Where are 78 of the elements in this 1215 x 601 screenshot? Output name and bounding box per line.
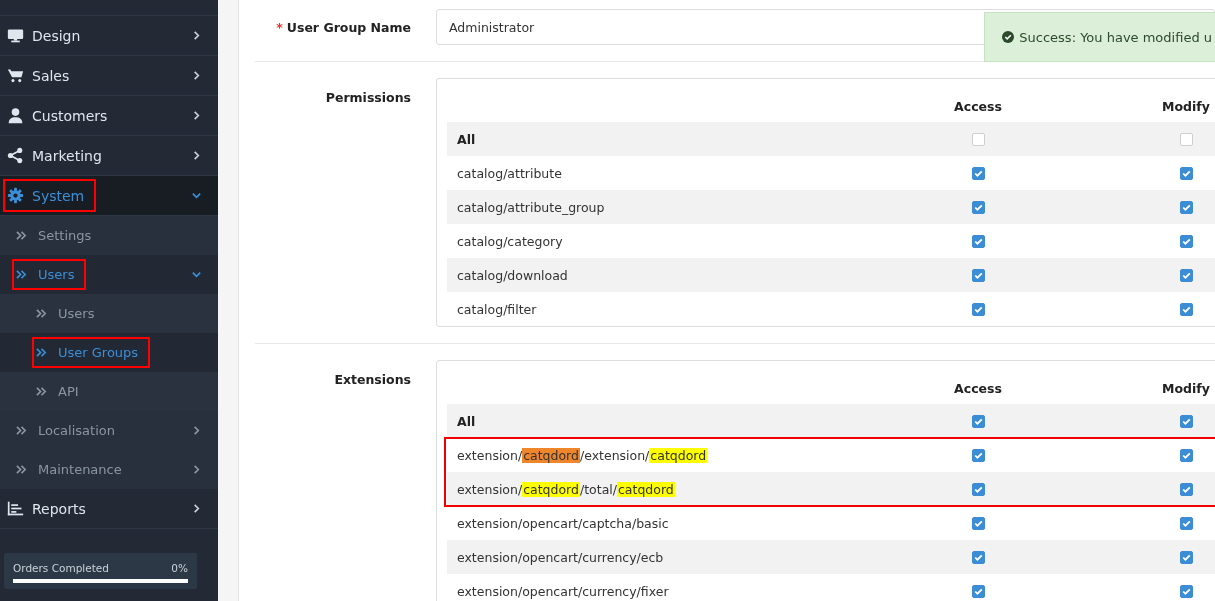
check-circle-icon [1002,31,1015,43]
chevron-right-icon[interactable] [191,110,202,121]
route-text: extension/opencart/currency/ecb [457,549,665,565]
field-label: User Group Name [286,19,411,35]
access-checkbox[interactable] [971,482,985,496]
sidebar-item[interactable]: Users [12,259,87,290]
column-header: Access [953,381,1003,396]
modify-checkbox[interactable] [1179,482,1193,496]
chevron-right-icon[interactable] [191,503,202,514]
route-text: extension/opencart/currency/fixer [457,583,670,599]
sidebar-item[interactable]: System [3,179,97,212]
gear-icon [7,187,24,204]
double-chevron-icon [36,308,47,319]
progress-reading: 0% [171,562,188,574]
route-text: catalog/category [457,233,564,249]
route-text: All [457,131,477,147]
sidebar-item[interactable]: Marketing [3,139,114,172]
access-checkbox[interactable] [971,200,985,214]
sidebar-item[interactable]: Design [3,19,93,52]
section-label: Extensions [333,371,411,389]
sidebar-item[interactable]: Sales [3,59,82,92]
sidebar-item[interactable]: Customers [3,99,120,132]
access-checkbox[interactable] [971,302,985,316]
modify-checkbox[interactable] [1179,550,1193,564]
chevron-right-icon[interactable] [191,464,202,475]
modify-checkbox[interactable] [1179,414,1193,428]
modify-checkbox[interactable] [1179,166,1193,180]
double-chevron-icon [16,425,27,436]
chevron-right-icon[interactable] [191,150,202,161]
sidebar-item[interactable]: User Groups [32,337,151,368]
modify-checkbox[interactable] [1179,302,1193,316]
cart-icon [7,67,24,84]
route-text: extension/catqdord/total/catqdord [457,481,676,497]
monitor-icon [7,27,24,44]
access-checkbox[interactable] [971,234,985,248]
share-icon [7,147,24,164]
modify-checkbox[interactable] [1179,200,1193,214]
chevron-right-icon[interactable] [191,425,202,436]
chevron-right-icon[interactable] [191,70,202,81]
modify-checkbox[interactable] [1179,268,1193,282]
access-checkbox[interactable] [971,448,985,462]
modify-checkbox[interactable] [1179,584,1193,598]
route-text: extension/opencart/captcha/basic [457,515,670,531]
access-checkbox[interactable] [971,584,985,598]
progress-label: Orders Completed [13,562,109,574]
route-text: catalog/attribute [457,165,563,181]
route-text: extension/catqdord/extension/catqdord [457,447,709,463]
access-checkbox[interactable] [971,132,985,146]
bar-chart-icon [7,500,24,517]
user-icon [7,107,24,124]
access-checkbox[interactable] [971,516,985,530]
alert-text: Success: You have modified u [1019,29,1212,45]
chevron-right-icon[interactable] [191,30,202,41]
double-chevron-icon [16,269,27,280]
section-label: Permissions [324,89,411,107]
double-chevron-icon [16,230,27,241]
column-header: Modify [1161,99,1211,114]
modify-checkbox[interactable] [1179,234,1193,248]
route-text: catalog/filter [457,301,538,317]
modify-checkbox[interactable] [1179,132,1193,146]
double-chevron-icon [36,347,47,358]
modify-checkbox[interactable] [1179,448,1193,462]
column-header: Access [953,99,1003,114]
double-chevron-icon [16,464,27,475]
chevron-down-icon[interactable] [191,190,202,201]
route-text: catalog/attribute_group [457,199,606,215]
double-chevron-icon [36,386,47,397]
chevron-down-icon[interactable] [191,269,202,280]
access-checkbox[interactable] [971,268,985,282]
modify-checkbox[interactable] [1179,516,1193,530]
column-header: Modify [1161,381,1211,396]
route-text: All [457,413,477,429]
route-text: catalog/download [457,267,569,283]
sidebar-item[interactable]: Reports [3,492,98,525]
access-checkbox[interactable] [971,550,985,564]
required-mark: * [276,19,283,35]
access-checkbox[interactable] [971,414,985,428]
access-checkbox[interactable] [971,166,985,180]
